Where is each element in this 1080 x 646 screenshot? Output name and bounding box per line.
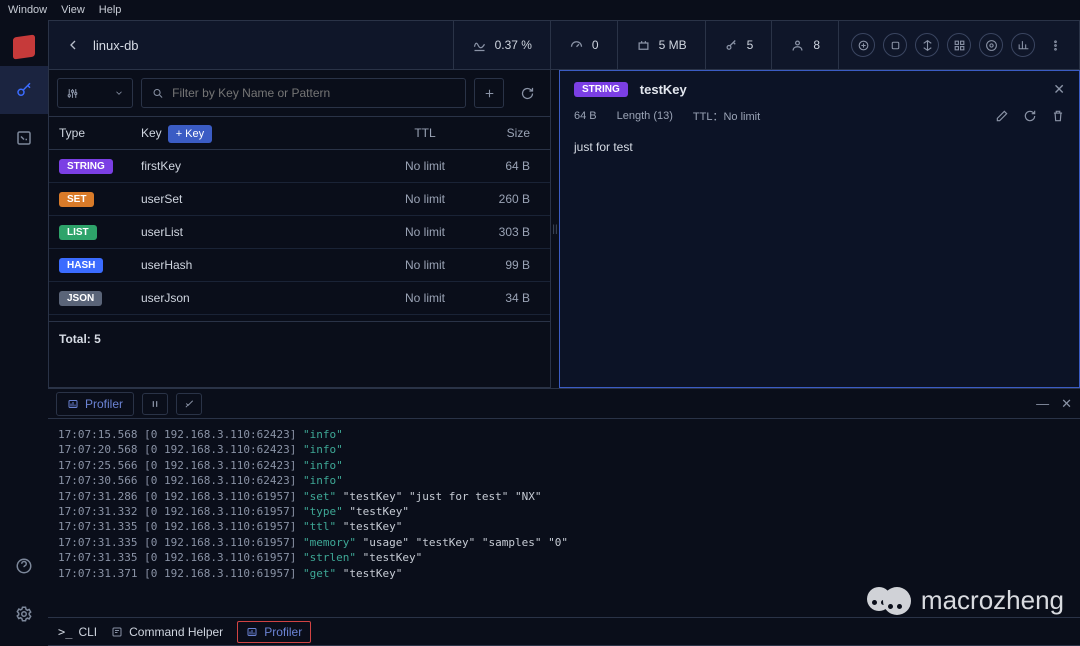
profiler-tab[interactable]: Profiler	[56, 392, 134, 416]
back-icon[interactable]	[65, 37, 81, 53]
refresh-icon[interactable]	[1023, 109, 1037, 123]
table-row[interactable]: LIST userListNo limit303 B	[49, 216, 550, 249]
panel-splitter[interactable]: ||	[551, 70, 559, 388]
header-bar: linux-db 0.37 % 0 5 MB 5 8	[48, 20, 1080, 70]
footer-cli[interactable]: >_CLI	[58, 625, 97, 639]
stat-ops: 0	[550, 21, 617, 69]
trash-icon[interactable]	[1051, 109, 1065, 123]
nav-help[interactable]	[0, 542, 48, 590]
filter-input[interactable]	[172, 86, 455, 100]
filter-input-wrap	[141, 78, 466, 108]
key-detail-panel: STRING testKey ✕ 64 B Length (13) TTL：No…	[559, 70, 1080, 388]
table-row[interactable]: HASH userHashNo limit99 B	[49, 249, 550, 282]
pause-button[interactable]	[142, 393, 168, 415]
app-logo	[0, 28, 48, 66]
detail-size: 64 B	[574, 110, 597, 122]
key-ttl: No limit	[380, 258, 470, 272]
key-ttl: No limit	[380, 192, 470, 206]
action-2[interactable]	[883, 33, 907, 57]
add-key-button[interactable]: + Key	[168, 125, 212, 143]
key-size: 303 B	[470, 225, 540, 239]
table-row[interactable]: JSON userJsonNo limit34 B	[49, 282, 550, 315]
action-settings[interactable]	[979, 33, 1003, 57]
key-size: 99 B	[470, 258, 540, 272]
key-type-badge: JSON	[59, 291, 102, 306]
profiler-log: 17:07:15.568 [0 192.168.3.110:62423] "in…	[48, 419, 1080, 617]
refresh-button[interactable]	[512, 78, 542, 108]
table-row[interactable]: STRING firstKeyNo limit64 B	[49, 150, 550, 183]
profiler-icon	[67, 398, 79, 410]
detail-type-badge: STRING	[574, 82, 628, 97]
add-button[interactable]	[474, 78, 504, 108]
action-3[interactable]	[915, 33, 939, 57]
col-header-key: Key	[141, 126, 162, 140]
action-1[interactable]	[851, 33, 875, 57]
key-ttl: No limit	[380, 291, 470, 305]
clear-button[interactable]	[176, 393, 202, 415]
key-type-badge: SET	[59, 192, 94, 207]
footer-command-helper[interactable]: Command Helper	[111, 625, 223, 639]
menubar: Window View Help	[0, 0, 1080, 20]
header-actions	[838, 21, 1079, 69]
edit-icon[interactable]	[995, 109, 1009, 123]
search-icon	[152, 87, 164, 100]
stat-memory: 5 MB	[617, 21, 705, 69]
minimize-icon[interactable]: —	[1036, 396, 1049, 412]
key-name: userHash	[141, 258, 380, 272]
menu-help[interactable]: Help	[99, 4, 122, 16]
nav-workbench[interactable]	[0, 114, 48, 162]
key-type-badge: LIST	[59, 225, 97, 240]
action-analytics[interactable]	[1011, 33, 1035, 57]
key-size: 64 B	[470, 159, 540, 173]
profiler-panel: Profiler — ✕ 17:07:15.568 [0 192.168.3.1…	[48, 388, 1080, 646]
close-icon[interactable]: ✕	[1053, 81, 1065, 98]
key-ttl: No limit	[380, 159, 470, 173]
menu-view[interactable]: View	[61, 4, 85, 16]
col-header-size: Size	[470, 126, 540, 140]
key-ttl: No limit	[380, 225, 470, 239]
action-more[interactable]	[1043, 33, 1067, 57]
stat-cpu: 0.37 %	[453, 21, 550, 69]
nav-settings[interactable]	[0, 590, 48, 638]
detail-length: Length (13)	[617, 110, 673, 122]
col-header-ttl: TTL	[380, 126, 470, 140]
key-name: userList	[141, 225, 380, 239]
detail-ttl: TTL：No limit	[693, 108, 760, 124]
stat-clients: 8	[771, 21, 838, 69]
key-list-panel: Type Key+ Key TTL Size STRINGfirstKeyNo …	[48, 70, 551, 388]
table-row[interactable]: SET userSetNo limit260 B	[49, 183, 550, 216]
close-profiler-icon[interactable]: ✕	[1061, 396, 1072, 412]
key-name: userSet	[141, 192, 380, 206]
table-footer: Total: 5	[49, 321, 550, 355]
key-size: 34 B	[470, 291, 540, 305]
stat-keys: 5	[705, 21, 772, 69]
sliders-icon	[66, 87, 79, 100]
detail-key-name: testKey	[640, 82, 687, 97]
key-size: 260 B	[470, 192, 540, 206]
key-type-badge: STRING	[59, 159, 113, 174]
key-name: userJson	[141, 291, 380, 305]
table-header-row: Type Key + Key TTL Size	[49, 117, 550, 150]
chevron-down-icon	[114, 88, 124, 98]
action-4[interactable]	[947, 33, 971, 57]
filter-type-select[interactable]	[57, 78, 133, 108]
left-sidebar	[0, 20, 48, 646]
detail-value: just for test	[574, 138, 1065, 154]
col-header-type: Type	[59, 126, 141, 140]
nav-keys[interactable]	[0, 66, 48, 114]
footer-profiler[interactable]: Profiler	[237, 621, 311, 643]
db-name: linux-db	[93, 38, 139, 53]
key-name: firstKey	[141, 159, 380, 173]
key-type-badge: HASH	[59, 258, 103, 273]
menu-window[interactable]: Window	[8, 4, 47, 16]
